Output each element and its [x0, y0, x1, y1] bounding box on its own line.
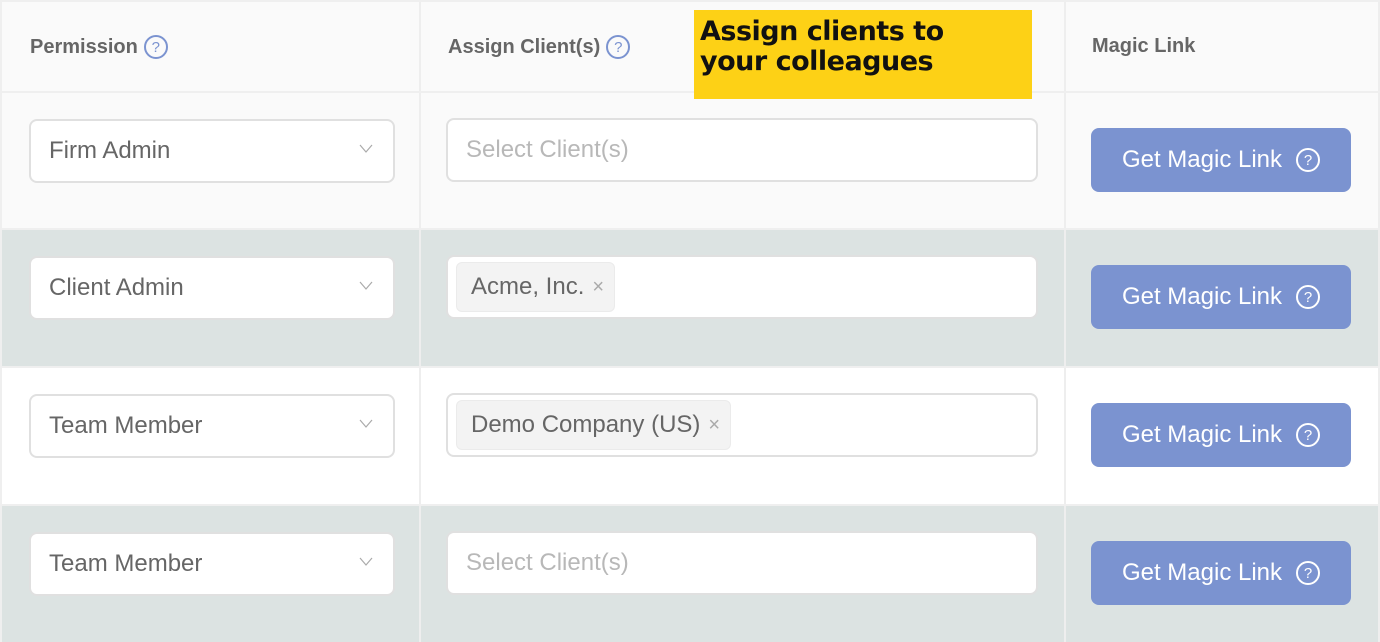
get-magic-link-button[interactable]: Get Magic Link ? [1091, 265, 1351, 329]
help-icon[interactable]: ? [143, 35, 168, 59]
client-select-placeholder: Select Client(s) [466, 136, 629, 163]
client-tag: Acme, Inc. × [456, 262, 616, 312]
client-tag-label: Acme, Inc. [471, 273, 585, 300]
permission-select[interactable]: Team Member [29, 394, 395, 458]
permission-value: Client Admin [49, 274, 184, 301]
button-label: Get Magic Link [1121, 146, 1283, 173]
chevron-down-icon [359, 419, 373, 428]
chevron-down-icon [359, 144, 373, 153]
client-select-placeholder: Select Client(s) [466, 549, 629, 576]
help-icon: ? [1296, 285, 1321, 309]
callout-line-2: your colleagues [700, 46, 934, 77]
permission-select[interactable]: Client Admin [29, 256, 395, 320]
chevron-down-icon [359, 557, 373, 566]
table-row: Team Member Demo Company (US) × Get Magi… [0, 368, 1380, 506]
client-tag: Demo Company (US) × [456, 400, 732, 450]
client-select[interactable]: Acme, Inc. × [446, 255, 1038, 319]
chevron-down-icon [359, 281, 373, 290]
header-permission: Permission ? [0, 2, 421, 91]
help-icon: ? [1296, 423, 1321, 447]
get-magic-link-button[interactable]: Get Magic Link ? [1091, 541, 1351, 605]
help-icon: ? [1296, 148, 1321, 172]
assign-clients-header-label: Assign Client(s) [448, 35, 601, 58]
help-icon[interactable]: ? [606, 35, 631, 59]
table-row: Team Member Select Client(s) Get Magic L… [0, 506, 1380, 642]
callout-line-1: Assign clients to [700, 16, 944, 47]
magic-link-header-label: Magic Link [1092, 35, 1196, 57]
annotation-callout: Assign clients to your colleagues [694, 10, 1032, 99]
table-row: Firm Admin Select Client(s) Get Magic Li… [0, 93, 1380, 230]
user-permissions-table: Permission ? Assign Client(s) ? Magic Li… [0, 0, 1380, 642]
close-icon[interactable]: × [592, 276, 604, 299]
permission-value: Team Member [49, 412, 203, 439]
help-icon: ? [1296, 561, 1321, 585]
client-select[interactable]: Select Client(s) [446, 118, 1038, 182]
table-header: Permission ? Assign Client(s) ? Magic Li… [0, 0, 1380, 93]
permission-value: Team Member [49, 550, 203, 577]
permission-header-label: Permission [30, 35, 138, 58]
close-icon[interactable]: × [708, 414, 720, 437]
permission-select[interactable]: Team Member [29, 532, 395, 596]
client-select[interactable]: Demo Company (US) × [446, 393, 1038, 457]
header-magic-link: Magic Link [1066, 2, 1380, 91]
button-label: Get Magic Link [1121, 559, 1283, 586]
get-magic-link-button[interactable]: Get Magic Link ? [1091, 128, 1351, 192]
client-select[interactable]: Select Client(s) [446, 531, 1038, 595]
permission-select[interactable]: Firm Admin [29, 119, 395, 183]
get-magic-link-button[interactable]: Get Magic Link ? [1091, 403, 1351, 467]
button-label: Get Magic Link [1121, 283, 1283, 310]
permission-value: Firm Admin [49, 137, 171, 164]
client-tag-label: Demo Company (US) [471, 411, 701, 438]
button-label: Get Magic Link [1121, 421, 1283, 448]
table-row: Client Admin Acme, Inc. × Get Magic Link… [0, 230, 1380, 368]
